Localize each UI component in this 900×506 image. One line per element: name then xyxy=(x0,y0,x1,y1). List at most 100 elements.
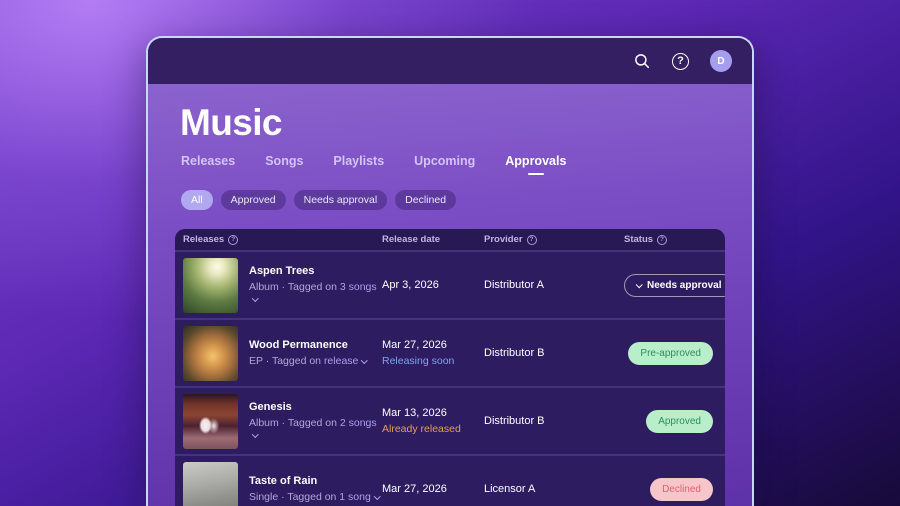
app-window: ? D Music Releases Songs Playlists Upcom… xyxy=(146,36,754,506)
status-pill[interactable]: Needs approval xyxy=(624,274,725,297)
release-thumbnail xyxy=(183,326,238,381)
release-date: Apr 3, 2026 xyxy=(382,279,484,291)
help-glyph: ? xyxy=(672,53,689,70)
tagged-link[interactable]: 2 songs xyxy=(340,417,377,429)
release-info: Aspen Trees Album · Tagged on 3 songs xyxy=(249,265,382,305)
release-cell: Aspen Trees Album · Tagged on 3 songs xyxy=(175,258,382,313)
tab-label: Songs xyxy=(265,154,303,168)
chevron-down-icon xyxy=(361,357,367,363)
release-meta: Single · Tagged on 1 song xyxy=(249,491,379,503)
release-thumbnail xyxy=(183,258,238,313)
chip-label: Needs approval xyxy=(304,194,378,206)
avatar-initial: D xyxy=(717,56,724,67)
chevron-down-icon xyxy=(636,281,643,288)
release-info: Taste of Rain Single · Tagged on 1 song xyxy=(249,475,379,503)
main-content: Music Releases Songs Playlists Upcoming … xyxy=(148,84,752,506)
status-label: Approved xyxy=(658,416,701,427)
status-label: Declined xyxy=(662,484,701,495)
release-cell: Genesis Album · Tagged on 2 songs xyxy=(175,394,382,449)
tab-label: Upcoming xyxy=(414,154,475,168)
column-header-status: Status ? xyxy=(624,234,725,245)
search-icon[interactable] xyxy=(633,52,651,70)
release-cell: Taste of Rain Single · Tagged on 1 song xyxy=(175,462,382,506)
chevron-down-icon xyxy=(252,431,258,437)
table-row: Wood Permanence EP · Tagged on release M… xyxy=(175,318,725,386)
tab-label: Playlists xyxy=(333,154,384,168)
status-pill[interactable]: Pre-approved xyxy=(628,342,713,365)
release-title: Taste of Rain xyxy=(249,475,379,487)
release-date: Mar 27, 2026 xyxy=(382,339,484,351)
column-help-icon[interactable]: ? xyxy=(657,235,667,245)
release-cell: Wood Permanence EP · Tagged on release xyxy=(175,326,382,381)
tab-upcoming[interactable]: Upcoming xyxy=(414,154,475,175)
chevron-down-icon xyxy=(252,295,258,301)
status-label: Pre-approved xyxy=(640,348,701,359)
table-body: Aspen Trees Album · Tagged on 3 songs Ap… xyxy=(175,250,725,506)
release-date: Mar 13, 2026 xyxy=(382,407,484,419)
release-meta-prefix: Single · Tagged on xyxy=(249,491,336,503)
release-thumbnail xyxy=(183,462,238,506)
provider-cell: Licensor A xyxy=(484,483,624,495)
tab-releases[interactable]: Releases xyxy=(181,154,235,175)
release-title: Wood Permanence xyxy=(249,339,367,351)
date-note: Already released xyxy=(382,423,484,435)
tagged-link[interactable]: 1 song xyxy=(339,491,371,503)
column-header-release-date: Release date xyxy=(382,234,484,245)
tab-songs[interactable]: Songs xyxy=(265,154,303,175)
release-info: Wood Permanence EP · Tagged on release xyxy=(249,339,367,367)
release-meta-prefix: Album · Tagged on xyxy=(249,281,337,293)
status-label: Needs approval xyxy=(647,280,721,291)
release-title: Aspen Trees xyxy=(249,265,382,277)
status-cell: Needs approval xyxy=(624,274,725,297)
chip-label: All xyxy=(191,194,203,206)
column-header-provider: Provider ? xyxy=(484,234,624,245)
release-meta-prefix: Album · Tagged on xyxy=(249,417,337,429)
releases-table: Releases ? Release date Provider ? Statu… xyxy=(175,229,725,506)
table-header: Releases ? Release date Provider ? Statu… xyxy=(175,229,725,250)
filter-chip-declined[interactable]: Declined xyxy=(395,190,456,210)
tagged-link[interactable]: release xyxy=(324,355,358,367)
release-date-cell: Mar 27, 2026 Releasing soon xyxy=(382,339,484,367)
tagged-link[interactable]: 3 songs xyxy=(340,281,377,293)
column-label: Release date xyxy=(382,234,440,245)
tabs: Releases Songs Playlists Upcoming Approv… xyxy=(175,145,725,175)
release-date: Mar 27, 2026 xyxy=(382,483,484,495)
status-cell: Declined xyxy=(624,478,725,501)
filter-chip-needs-approval[interactable]: Needs approval xyxy=(294,190,388,210)
column-label: Provider xyxy=(484,234,523,245)
column-header-releases: Releases ? xyxy=(175,234,382,245)
column-label: Status xyxy=(624,234,653,245)
provider-cell: Distributor B xyxy=(484,415,624,427)
status-pill[interactable]: Approved xyxy=(646,410,713,433)
release-meta: EP · Tagged on release xyxy=(249,355,367,367)
column-help-icon[interactable]: ? xyxy=(228,235,238,245)
provider-cell: Distributor A xyxy=(484,279,624,291)
top-bar: ? D xyxy=(148,38,752,84)
filter-chip-all[interactable]: All xyxy=(181,190,213,210)
chip-label: Approved xyxy=(231,194,276,206)
tab-label: Approvals xyxy=(505,154,566,168)
tab-playlists[interactable]: Playlists xyxy=(333,154,384,175)
chip-label: Declined xyxy=(405,194,446,206)
column-help-icon[interactable]: ? xyxy=(527,235,537,245)
tab-approvals[interactable]: Approvals xyxy=(505,154,566,175)
help-icon[interactable]: ? xyxy=(672,53,689,70)
filter-chip-approved[interactable]: Approved xyxy=(221,190,286,210)
date-note: Releasing soon xyxy=(382,355,484,367)
table-row: Genesis Album · Tagged on 2 songs Mar 13… xyxy=(175,386,725,454)
status-cell: Pre-approved xyxy=(624,342,725,365)
page-title: Music xyxy=(175,84,725,145)
column-label: Releases xyxy=(183,234,224,245)
release-date-cell: Apr 3, 2026 xyxy=(382,279,484,291)
release-date-cell: Mar 27, 2026 xyxy=(382,483,484,495)
avatar[interactable]: D xyxy=(710,50,732,72)
release-meta: Album · Tagged on 2 songs xyxy=(249,417,382,441)
release-date-cell: Mar 13, 2026 Already released xyxy=(382,407,484,435)
tab-label: Releases xyxy=(181,154,235,168)
release-thumbnail xyxy=(183,394,238,449)
status-cell: Approved xyxy=(624,410,725,433)
page-background: ? D Music Releases Songs Playlists Upcom… xyxy=(0,0,900,506)
status-pill[interactable]: Declined xyxy=(650,478,713,501)
release-meta-prefix: EP · Tagged on xyxy=(249,355,321,367)
filter-chips: All Approved Needs approval Declined xyxy=(175,175,725,210)
